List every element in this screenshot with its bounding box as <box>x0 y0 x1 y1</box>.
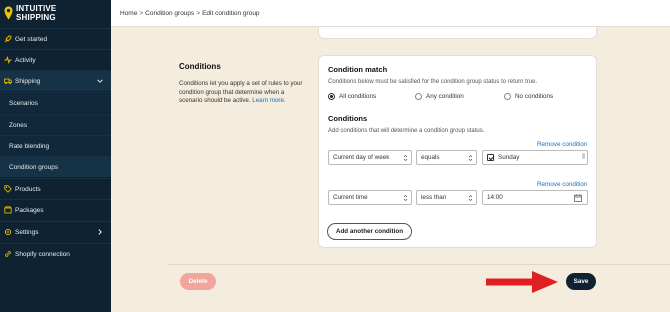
select-value: Current time <box>333 194 368 201</box>
previous-card <box>318 27 597 39</box>
rocket-icon <box>4 35 12 43</box>
learn-more-link[interactable]: Learn more. <box>252 97 285 104</box>
sidebar-item-label: Scenarios <box>9 99 38 107</box>
checkbox-checked[interactable] <box>487 154 494 161</box>
radio-label: No conditions <box>515 93 554 100</box>
save-button[interactable]: Save <box>566 273 596 290</box>
radio-label: All conditions <box>339 93 377 100</box>
sidebar-item-label: Get started <box>15 35 48 43</box>
section-heading: Conditions <box>179 62 221 71</box>
breadcrumb-separator: > <box>196 9 201 17</box>
sidebar-item-settings[interactable]: Settings <box>0 221 111 242</box>
sidebar-item-zones[interactable]: Zones <box>0 114 111 135</box>
sidebar-item-activity[interactable]: Activity <box>0 49 111 70</box>
sidebar-item-label: Condition groups <box>9 163 59 171</box>
section-description: Conditions let you apply a set of rules … <box>179 80 309 106</box>
red-arrow-annotation <box>486 271 558 293</box>
calendar-icon[interactable] <box>574 194 582 202</box>
brand-logo[interactable]: INTUITIVE SHIPPING <box>4 4 108 27</box>
footer-divider <box>168 264 670 265</box>
truck-icon <box>4 77 12 85</box>
conditions-card: Condition match Conditions below must be… <box>318 55 597 248</box>
sidebar-item-label: Shopify connection <box>15 250 70 258</box>
condition-operator-select[interactable]: equals <box>416 150 477 165</box>
sidebar-item-products[interactable]: Products <box>0 178 111 199</box>
package-icon <box>4 206 12 214</box>
select-value: less than <box>421 194 447 201</box>
condition-operator-select[interactable]: less than <box>416 190 477 205</box>
delete-button[interactable]: Delete <box>180 273 216 290</box>
radio-all-conditions[interactable]: All conditions <box>328 93 376 100</box>
tag-icon <box>4 185 12 193</box>
sidebar-item-condition-groups[interactable]: Condition groups <box>0 156 111 177</box>
gear-icon <box>4 228 12 236</box>
radio-label: Any condition <box>426 93 464 100</box>
chevron-down-icon <box>97 79 103 83</box>
condition-match-description: Conditions below must be satisfied for t… <box>328 79 538 85</box>
sidebar-item-label: Shipping <box>15 77 41 85</box>
add-another-condition-button[interactable]: Add another condition <box>327 223 412 240</box>
breadcrumb: Home > Condition groups > Edit condition… <box>111 0 670 27</box>
brand-name: INTUITIVE SHIPPING <box>16 4 56 22</box>
sidebar-item-label: Activity <box>15 56 36 64</box>
condition-field-select[interactable]: Current day of week <box>328 150 412 165</box>
checkbox-label: Sunday <box>498 154 520 161</box>
chevron-right-icon <box>98 229 102 235</box>
select-value: Current day of week <box>333 154 390 161</box>
sidebar-item-get-started[interactable]: Get started <box>0 28 111 49</box>
sidebar-item-label: Settings <box>15 228 39 236</box>
sidebar-item-scenarios[interactable]: Scenarios <box>0 92 111 113</box>
activity-icon <box>4 56 12 64</box>
conditions-title: Conditions <box>328 114 368 123</box>
brand-line-2: SHIPPING <box>16 12 56 22</box>
sidebar-item-shopify-connection[interactable]: Shopify connection <box>0 243 111 264</box>
breadcrumb-condition-groups[interactable]: Condition groups <box>145 10 194 17</box>
breadcrumb-home[interactable]: Home <box>120 10 137 17</box>
select-caret-icon <box>403 195 408 201</box>
radio-indicator <box>415 93 422 100</box>
link-icon <box>4 250 12 258</box>
select-value: equals <box>421 154 440 161</box>
location-pin-icon <box>4 6 13 20</box>
condition-field-select[interactable]: Current time <box>328 190 412 205</box>
condition-match-title: Condition match <box>328 65 388 74</box>
radio-selected-indicator <box>328 93 335 100</box>
time-input[interactable]: 14:00 <box>482 190 588 205</box>
sidebar-item-rate-blending[interactable]: Rate blending <box>0 135 111 156</box>
radio-indicator <box>504 93 511 100</box>
sidebar: INTUITIVE SHIPPING Get started Activity … <box>0 0 111 312</box>
scrollbar-thumb[interactable] <box>582 153 585 159</box>
select-caret-icon <box>468 195 473 201</box>
sidebar-item-packages[interactable]: Packages <box>0 199 111 220</box>
breadcrumb-separator: > <box>139 9 144 17</box>
sidebar-item-label: Packages <box>15 206 44 214</box>
select-caret-icon <box>468 155 473 161</box>
sidebar-item-label: Rate blending <box>9 142 50 150</box>
radio-any-condition[interactable]: Any condition <box>415 93 464 100</box>
radio-no-conditions[interactable]: No conditions <box>504 93 553 100</box>
sidebar-item-label: Zones <box>9 121 28 129</box>
breadcrumb-current: Edit condition group <box>202 9 260 17</box>
remove-condition-link[interactable]: Remove condition <box>537 141 587 148</box>
remove-condition-link[interactable]: Remove condition <box>537 181 587 188</box>
sidebar-item-label: Products <box>15 185 41 193</box>
select-caret-icon <box>403 155 408 161</box>
time-value: 14:00 <box>487 194 503 201</box>
conditions-description: Add conditions that will determine a con… <box>328 128 485 134</box>
condition-value-multiselect[interactable]: Sunday <box>482 150 588 165</box>
sidebar-item-shipping[interactable]: Shipping <box>0 70 111 91</box>
